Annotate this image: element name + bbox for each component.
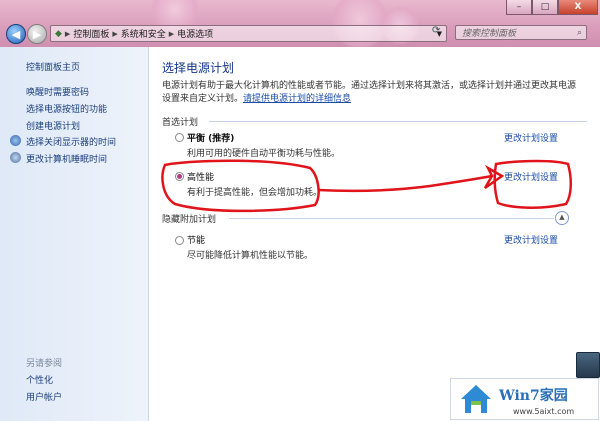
plan-details-link[interactable]: 请提供电源计划的详细信息 xyxy=(243,94,351,104)
watermark-url: www.5aixt.com xyxy=(513,407,575,416)
watermark-brand: Win7家园 xyxy=(499,388,568,404)
plan-power-saver-radio[interactable] xyxy=(175,236,184,245)
moon-icon xyxy=(10,152,21,163)
back-button[interactable]: ◀ xyxy=(6,24,26,44)
plan-high-performance-settings-link[interactable]: 更改计划设置 xyxy=(504,170,558,183)
search-icon[interactable]: ⌕ xyxy=(577,28,582,38)
sidebar-home-link[interactable]: 控制面板主页 xyxy=(26,60,80,73)
plan-balanced-radio[interactable] xyxy=(175,133,184,142)
monitor-icon xyxy=(10,135,21,146)
search-input[interactable]: 搜索控制面板 ⌕ xyxy=(455,25,587,40)
sidebar-link-user-accounts[interactable]: 用户帐户 xyxy=(26,390,62,403)
control-panel-icon: ◆ xyxy=(55,28,62,39)
divider xyxy=(209,121,587,122)
house-logo-icon xyxy=(461,385,491,413)
search-placeholder: 搜索控制面板 xyxy=(462,29,517,39)
address-bar[interactable]: ◆ ▶ 控制面板 ▶ 系统和安全 ▶ 电源选项 ▼ xyxy=(50,25,447,42)
breadcrumb-system-security[interactable]: 系统和安全 xyxy=(121,27,166,40)
sidebar-item-display-off[interactable]: 选择关闭显示器的时间 xyxy=(26,135,116,148)
watermark-logo: Win7家园 www.5aixt.com xyxy=(450,378,599,420)
sidebar-item-create-plan[interactable]: 创建电源计划 xyxy=(26,119,80,132)
chevron-up-icon[interactable]: ▲ xyxy=(555,211,569,225)
page-title: 选择电源计划 xyxy=(162,61,235,75)
plan-high-performance-radio[interactable] xyxy=(175,172,184,181)
title-bar: – □ X ◀ ▶ ◆ ▶ 控制面板 ▶ 系统和安全 ▶ 电源选项 ▼ ⟳ 搜索… xyxy=(0,0,600,50)
forward-button[interactable]: ▶ xyxy=(27,24,47,44)
refresh-icon[interactable]: ⟳ xyxy=(432,25,440,36)
sidebar-link-personalize[interactable]: 个性化 xyxy=(26,373,53,386)
arrow-right-icon: ▶ xyxy=(32,27,42,41)
plan-balanced-desc: 利用可用的硬件自动平衡功耗与性能。 xyxy=(187,149,341,159)
preferred-plans-heading: 首选计划 xyxy=(162,118,199,128)
plan-balanced-settings-link[interactable]: 更改计划设置 xyxy=(504,131,558,144)
divider xyxy=(229,218,554,219)
sidebar-item-wake-password[interactable]: 唤醒时需要密码 xyxy=(26,85,89,98)
sidebar-item-power-buttons[interactable]: 选择电源按钮的功能 xyxy=(26,102,107,115)
chevron-right-icon: ▶ xyxy=(64,29,71,38)
plan-power-saver-name: 节能 xyxy=(187,236,206,246)
sidebar-item-sleep-time[interactable]: 更改计算机睡眠时间 xyxy=(26,152,107,165)
maximize-button[interactable]: □ xyxy=(532,0,558,15)
see-also-title: 另请参阅 xyxy=(26,359,63,369)
desktop-gadget-icon xyxy=(576,352,600,378)
arrow-left-icon: ◀ xyxy=(11,27,21,41)
close-button[interactable]: X xyxy=(558,0,598,15)
hidden-plans-heading: 隐藏附加计划 xyxy=(162,215,217,225)
chevron-right-icon: ▶ xyxy=(112,29,118,38)
chevron-right-icon: ▶ xyxy=(168,29,175,38)
sidebar: 控制面板主页 唤醒时需要密码 选择电源按钮的功能 创建电源计划 选择关闭显示器的… xyxy=(0,47,149,421)
page-description: 电源计划有助于最大化计算机的性能或者节能。通过选择计划来将其激活，或选择计划并通… xyxy=(162,80,582,106)
description-text: 电源计划有助于最大化计算机的性能或者节能。通过选择计划来将其激活，或选择计划并通… xyxy=(162,81,577,104)
plan-balanced-name: 平衡 (推荐) xyxy=(187,134,235,144)
window-controls: – □ X xyxy=(506,0,598,15)
plan-high-performance-name: 高性能 xyxy=(187,173,215,183)
breadcrumb-control-panel[interactable]: 控制面板 xyxy=(73,27,109,40)
plan-power-saver-desc: 尽可能降低计算机性能以节能。 xyxy=(187,251,314,261)
plan-power-saver-settings-link[interactable]: 更改计划设置 xyxy=(504,233,558,246)
plan-high-performance-desc: 有利于提高性能，但会增加功耗。 xyxy=(187,188,323,198)
minimize-button[interactable]: – xyxy=(506,0,532,15)
breadcrumb-power-options[interactable]: 电源选项 xyxy=(177,27,213,40)
main-content: 选择电源计划 电源计划有助于最大化计算机的性能或者节能。通过选择计划来将其激活，… xyxy=(149,47,600,421)
